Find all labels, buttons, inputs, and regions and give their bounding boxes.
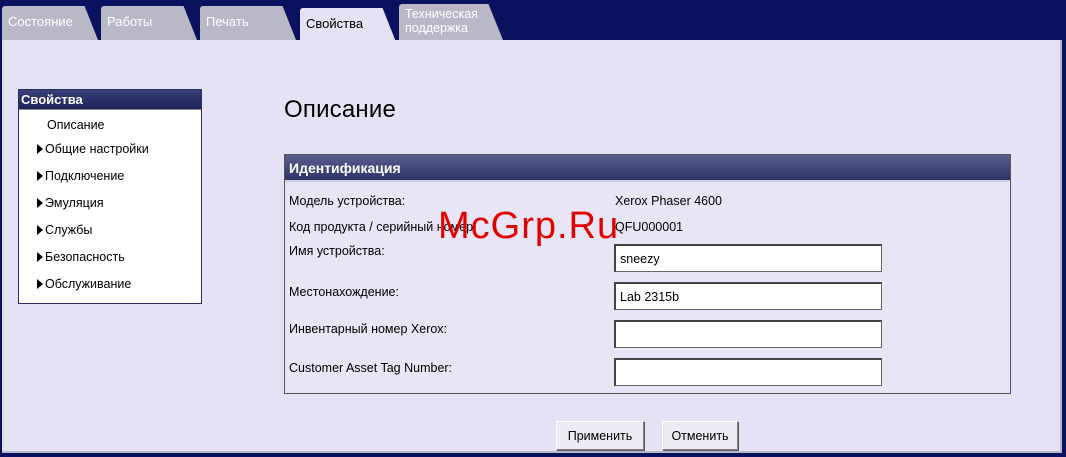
page-title: Описание [284, 96, 397, 123]
sidebar-item-general-settings[interactable]: Общие настройки [19, 136, 201, 163]
serial-value: QFU000001 [615, 220, 684, 234]
sidebar-item-services[interactable]: Службы [19, 217, 201, 244]
model-value: Xerox Phaser 4600 [615, 194, 723, 208]
apply-button[interactable]: Применить [556, 421, 644, 450]
sidebar-item-connectivity[interactable]: Подключение [19, 163, 201, 190]
sidebar: Свойства Описание Общие настройки Подклю… [18, 89, 202, 304]
panel-title: Идентификация [285, 155, 1010, 182]
customer-asset-field[interactable] [614, 358, 882, 386]
tab-bar: Состояние Работы Печать Свойства Техниче… [0, 0, 1066, 42]
model-label: Модель устройства: [289, 194, 406, 208]
sidebar-item-label: Безопасность [45, 250, 125, 264]
xerox-asset-field[interactable] [614, 320, 882, 348]
tab-status[interactable]: Состояние [2, 6, 98, 40]
expand-arrow-icon [37, 279, 43, 289]
location-label: Местонахождение: [289, 285, 399, 299]
sidebar-item-label: Общие настройки [45, 142, 149, 156]
sidebar-item-label: Обслуживание [45, 277, 132, 291]
serial-label: Код продукта / серийный номер: [289, 220, 477, 234]
expand-arrow-icon [37, 144, 43, 154]
expand-arrow-icon [37, 171, 43, 181]
device-name-label: Имя устройства: [289, 244, 385, 258]
identification-panel: Идентификация Модель устройства: Xerox P… [284, 154, 1011, 394]
device-name-field[interactable] [614, 244, 882, 272]
expand-arrow-icon [37, 252, 43, 262]
tab-properties[interactable]: Свойства [300, 8, 396, 42]
sidebar-item-maintenance[interactable]: Обслуживание [19, 271, 201, 298]
expand-arrow-icon [37, 225, 43, 235]
sidebar-header: Свойства [19, 90, 201, 110]
tab-print[interactable]: Печать [200, 6, 296, 40]
xerox-asset-label: Инвентарный номер Xerox: [289, 322, 448, 336]
tab-jobs[interactable]: Работы [101, 6, 197, 40]
sidebar-item-security[interactable]: Безопасность [19, 244, 201, 271]
cancel-button[interactable]: Отменить [662, 421, 738, 450]
sidebar-item-description[interactable]: Описание [19, 110, 201, 136]
location-field[interactable] [614, 282, 882, 310]
sidebar-item-label: Описание [47, 118, 105, 132]
sidebar-item-label: Эмуляция [45, 196, 104, 210]
expand-arrow-icon [37, 198, 43, 208]
sidebar-item-label: Службы [45, 223, 93, 237]
tab-support[interactable]: Техническая поддержка [399, 4, 503, 40]
sidebar-item-label: Подключение [45, 169, 125, 183]
customer-asset-label: Customer Asset Tag Number: [289, 361, 453, 375]
sidebar-item-emulation[interactable]: Эмуляция [19, 190, 201, 217]
